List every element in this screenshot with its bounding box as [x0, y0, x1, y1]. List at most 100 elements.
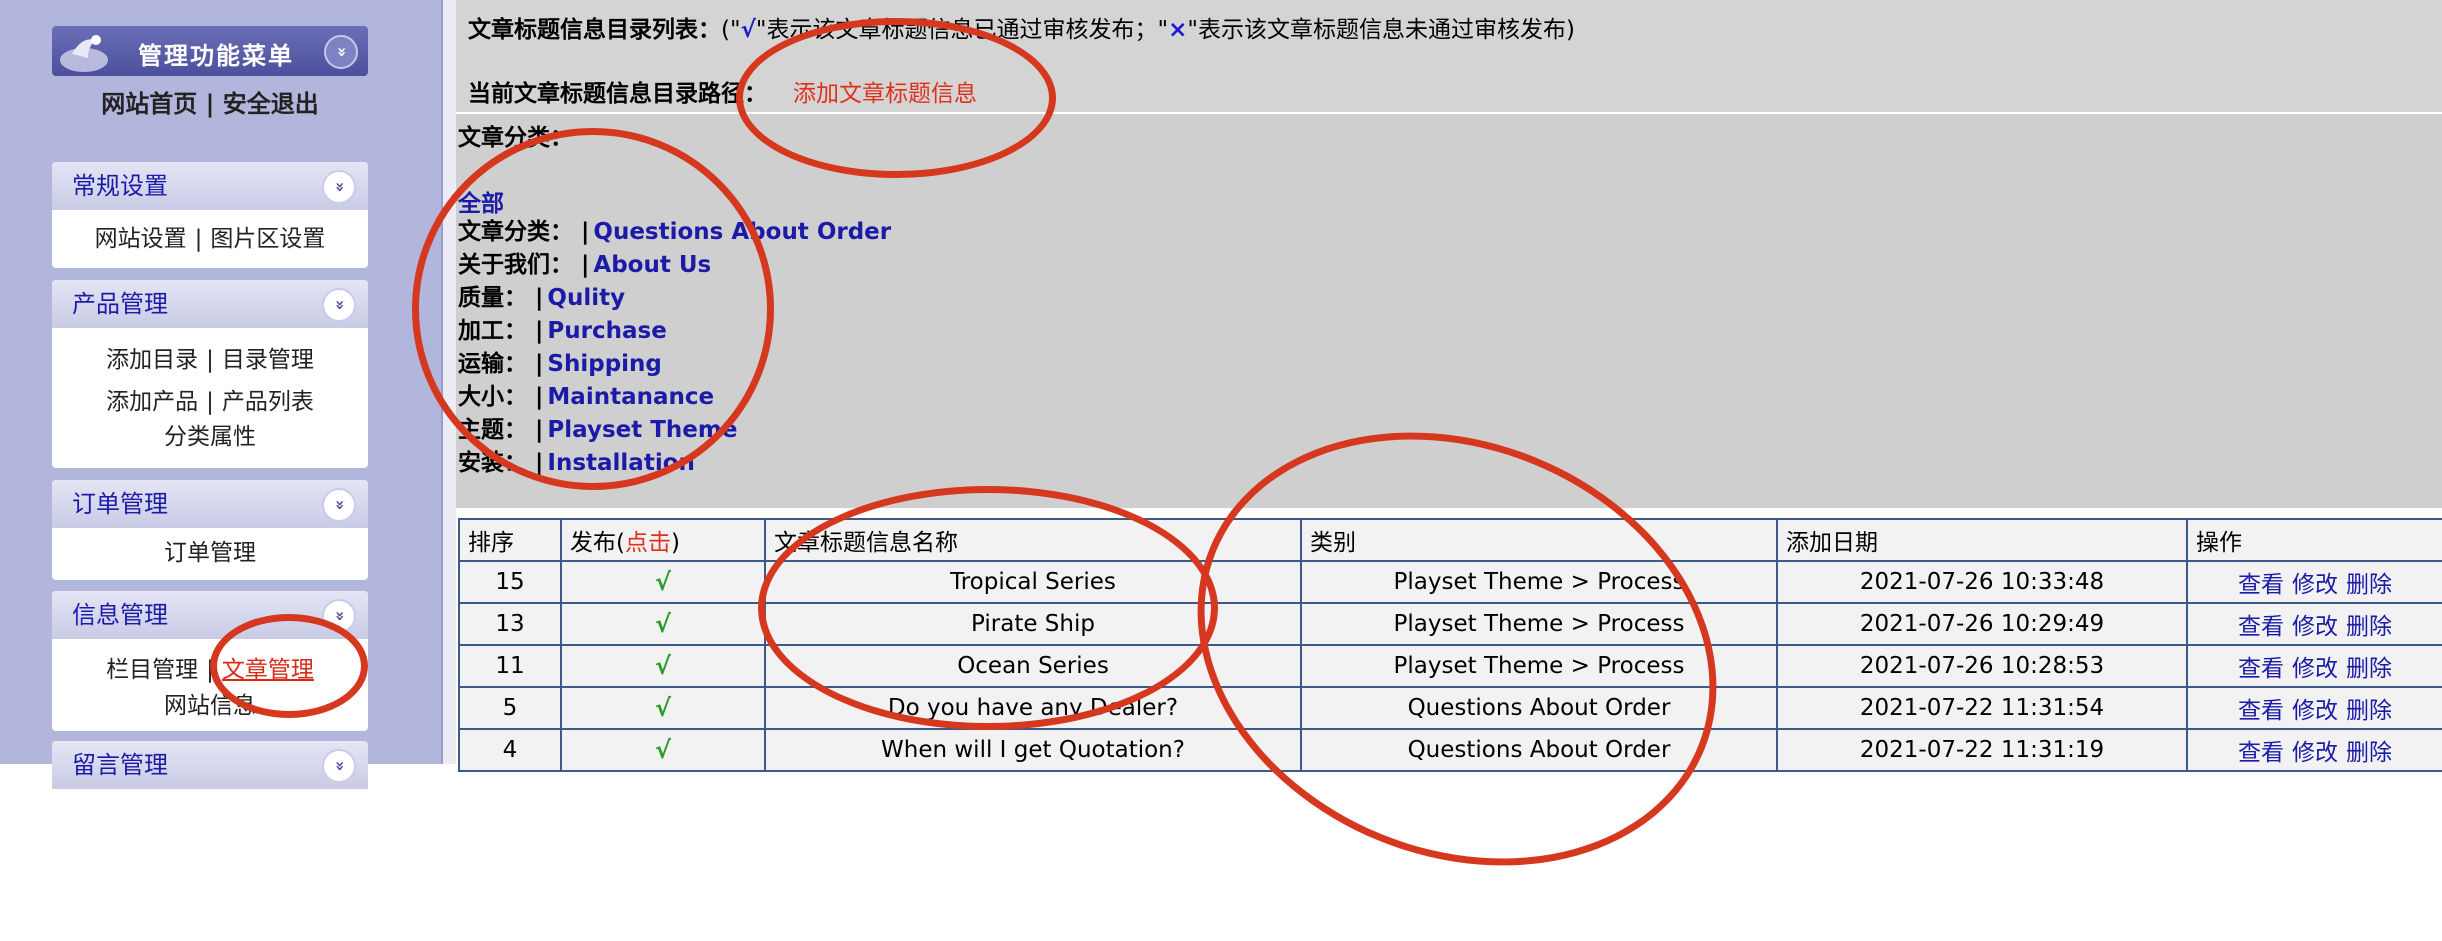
row-category: Questions About Order [1300, 728, 1778, 772]
category-name: 主题： [458, 417, 527, 443]
delete-link[interactable]: 删除 [2346, 698, 2392, 724]
category-link[interactable]: About Us [593, 252, 711, 278]
sidebar-divider [441, 0, 456, 764]
category-separator: | [535, 351, 544, 377]
category-link[interactable]: Shipping [547, 351, 661, 377]
add-catalog-link[interactable]: 添加目录 [106, 347, 198, 373]
catalog-manage-link[interactable]: 目录管理 [222, 347, 314, 373]
check-icon[interactable]: √ [655, 610, 671, 638]
publish-toggle[interactable]: √ [560, 686, 766, 730]
row-title: When will I get Quotation? [764, 728, 1302, 772]
table-row: 15 √ Tropical Series Playset Theme > Proces… [458, 560, 2442, 604]
row-actions: 查看 修改 删除 [2186, 560, 2442, 604]
publish-toggle[interactable]: √ [560, 728, 766, 772]
category-link[interactable]: Qulity [547, 285, 625, 311]
check-icon[interactable]: √ [655, 568, 671, 596]
row-actions: 查看 修改 删除 [2186, 728, 2442, 772]
delete-link[interactable]: 删除 [2346, 656, 2392, 682]
category-row: 运输： | Shipping [458, 348, 662, 380]
category-link[interactable]: Playset Theme [547, 417, 737, 443]
category-name: 大小： [458, 384, 527, 410]
home-link[interactable]: 网站首页 [101, 90, 197, 118]
delete-link[interactable]: 删除 [2346, 614, 2392, 640]
product-list-link[interactable]: 产品列表 [222, 389, 314, 415]
edit-link[interactable]: 修改 [2292, 614, 2338, 640]
table-header-row: 排序 发布(点击) 文章标题信息名称 类别 添加日期 操作 [458, 518, 2442, 562]
section-message-header[interactable]: 留言管理 » [52, 741, 368, 789]
legend-text: (" [721, 17, 741, 43]
edit-link[interactable]: 修改 [2292, 698, 2338, 724]
edit-link[interactable]: 修改 [2292, 572, 2338, 598]
view-link[interactable]: 查看 [2238, 614, 2284, 640]
view-link[interactable]: 查看 [2238, 740, 2284, 766]
section-order-title: 订单管理 [72, 490, 168, 518]
delete-link[interactable]: 删除 [2346, 572, 2392, 598]
category-attributes-link[interactable]: 分类属性 [164, 424, 256, 450]
chevron-down-icon[interactable]: » [322, 488, 356, 522]
view-link[interactable]: 查看 [2238, 572, 2284, 598]
category-row: 大小： | Maintanance [458, 381, 714, 413]
row-title: Do you have any Dealer? [764, 686, 1302, 730]
section-product-header[interactable]: 产品管理 » [52, 280, 368, 328]
section-general-header[interactable]: 常规设置 » [52, 162, 368, 210]
section-message-title: 留言管理 [72, 751, 168, 779]
category-separator: | [535, 318, 544, 344]
col-publish: 发布(点击) [560, 518, 766, 562]
section-product: 产品管理 » 添加目录 | 目录管理 添加产品 | 产品列表 分类属性 [52, 280, 368, 468]
category-link[interactable]: Questions About Order [593, 219, 891, 245]
site-settings-link[interactable]: 网站设置 [95, 226, 187, 252]
column-manage-link[interactable]: 栏目管理 [106, 657, 198, 683]
link-separator: | [194, 226, 203, 252]
section-info-header[interactable]: 信息管理 » [52, 591, 368, 639]
add-article-link[interactable]: 添加文章标题信息 [793, 81, 977, 107]
publish-toggle[interactable]: √ [560, 644, 766, 688]
category-all-link[interactable]: 全部 [458, 184, 504, 218]
admin-menu-header: 管理功能菜单 » [52, 26, 368, 76]
category-link[interactable]: Installation [547, 450, 694, 476]
publish-click-link[interactable]: 点击 [625, 530, 671, 556]
site-info-link[interactable]: 网站信息 [164, 693, 256, 719]
article-manage-link[interactable]: 文章管理 [222, 657, 314, 683]
chevron-down-icon[interactable]: » [322, 599, 356, 633]
logout-link[interactable]: 安全退出 [223, 90, 319, 118]
article-table: 排序 发布(点击) 文章标题信息名称 类别 添加日期 操作 15 √ Tropica… [458, 518, 2442, 772]
delete-link[interactable]: 删除 [2346, 740, 2392, 766]
category-link[interactable]: Purchase [547, 318, 666, 344]
category-row: 安装： | Installation [458, 447, 695, 479]
table-row: 4 √ When will I get Quotation? Questions Ab… [458, 728, 2442, 772]
check-icon[interactable]: √ [655, 694, 671, 722]
add-product-link[interactable]: 添加产品 [106, 389, 198, 415]
view-link[interactable]: 查看 [2238, 698, 2284, 724]
edit-link[interactable]: 修改 [2292, 656, 2338, 682]
row-order: 13 [458, 602, 562, 646]
image-area-settings-link[interactable]: 图片区设置 [210, 226, 325, 252]
order-manage-link[interactable]: 订单管理 [164, 540, 256, 566]
category-name: 文章分类： [458, 219, 573, 245]
category-separator: | [581, 252, 590, 278]
section-message: 留言管理 » [52, 741, 368, 801]
admin-menu-title: 管理功能菜单 [138, 42, 294, 70]
section-info-title: 信息管理 [72, 601, 168, 629]
col-publish-close: ) [670, 530, 680, 556]
list-legend: 文章标题信息目录列表：("√"表示该文章标题信息已通过审核发布；"×"表示该文章… [468, 10, 1575, 44]
collapse-menu-icon[interactable]: » [324, 35, 358, 69]
check-icon[interactable]: √ [655, 652, 671, 680]
chevron-down-icon[interactable]: » [322, 288, 356, 322]
col-publish-label: 发布( [570, 530, 625, 556]
col-title: 文章标题信息名称 [764, 518, 1302, 562]
chevron-down-icon[interactable]: » [322, 749, 356, 783]
table-row: 5 √ Do you have any Dealer? Questions About… [458, 686, 2442, 730]
category-separator: | [535, 450, 544, 476]
category-link[interactable]: Maintanance [547, 384, 714, 410]
col-date: 添加日期 [1776, 518, 2188, 562]
section-order-header[interactable]: 订单管理 » [52, 480, 368, 528]
publish-toggle[interactable]: √ [560, 602, 766, 646]
publish-toggle[interactable]: √ [560, 560, 766, 604]
view-link[interactable]: 查看 [2238, 656, 2284, 682]
link-separator: | [206, 347, 214, 373]
chevron-down-icon[interactable]: » [322, 170, 356, 204]
check-icon[interactable]: √ [655, 736, 671, 764]
row-order: 5 [458, 686, 562, 730]
edit-link[interactable]: 修改 [2292, 740, 2338, 766]
link-separator: | [206, 657, 214, 683]
